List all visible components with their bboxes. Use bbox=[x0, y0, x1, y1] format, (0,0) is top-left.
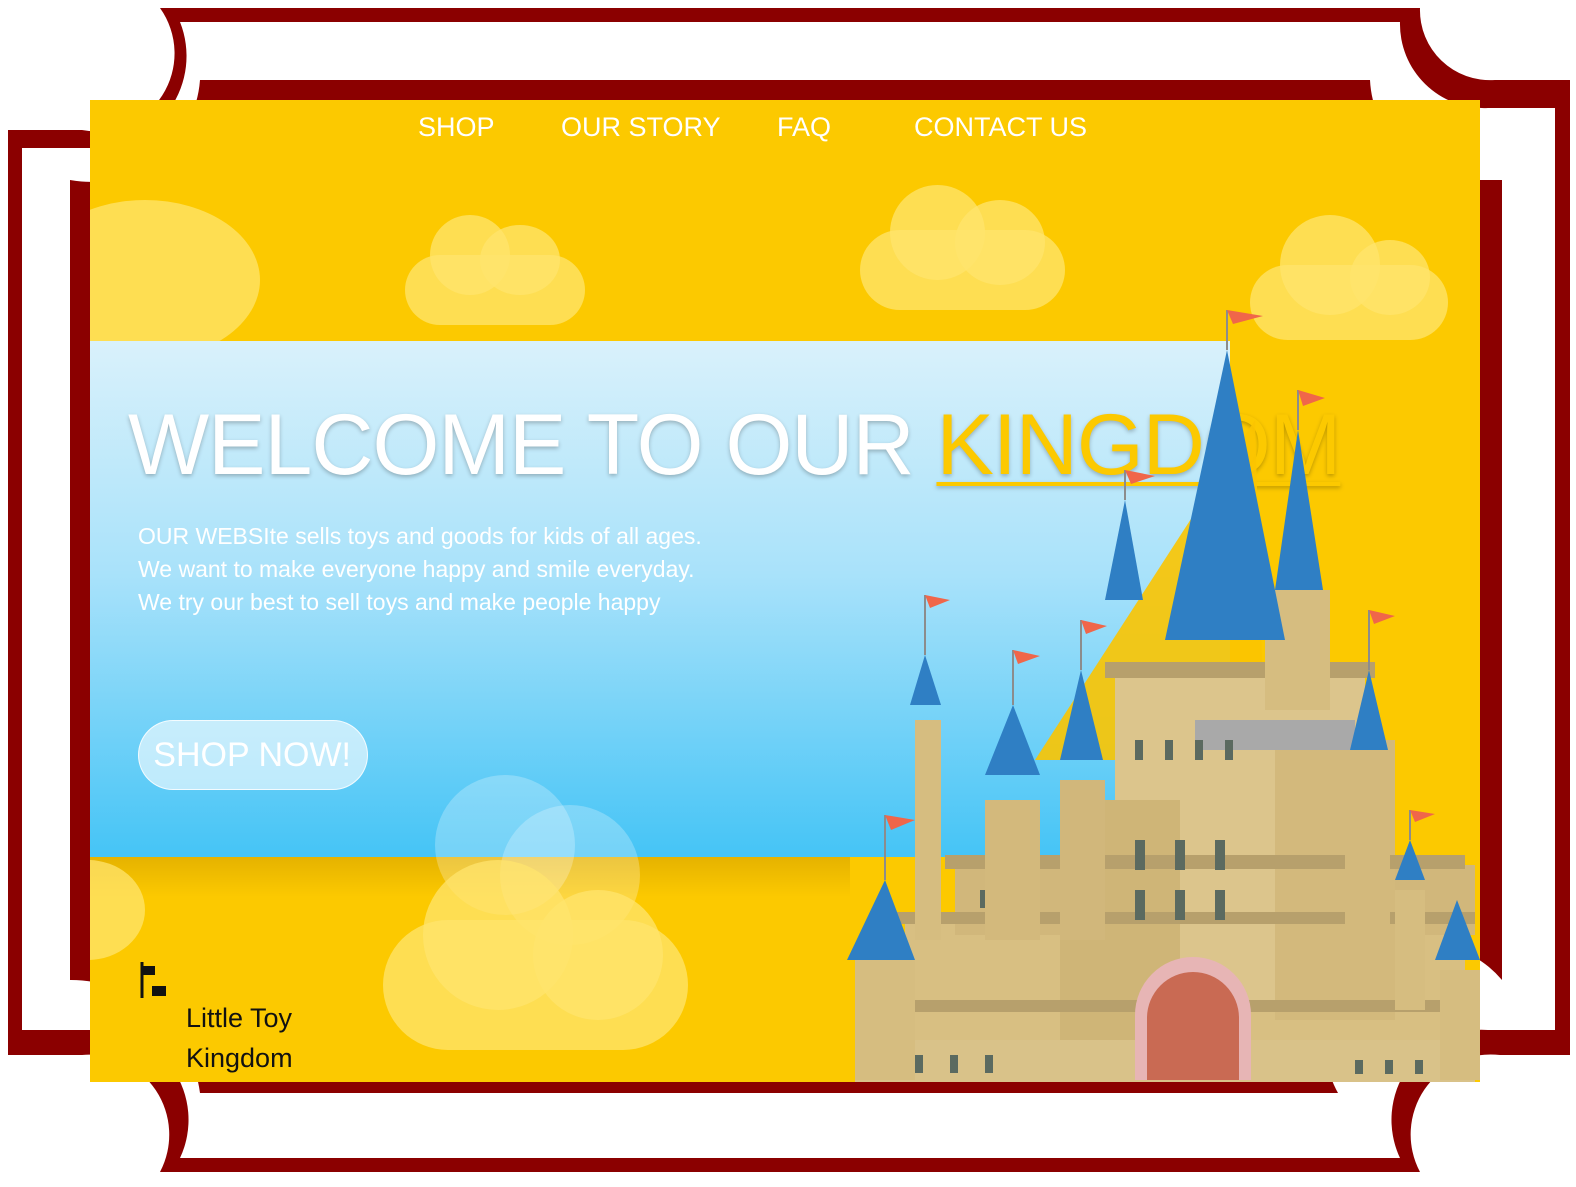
nav-contact-us[interactable]: CONTACT US bbox=[914, 112, 1087, 143]
cloud-decoration bbox=[90, 860, 145, 960]
nav-shop[interactable]: SHOP bbox=[418, 112, 495, 143]
logo-text: Little Toy Kingdom bbox=[186, 998, 293, 1078]
logo-line-1: Little Toy bbox=[186, 1003, 293, 1033]
site-logo[interactable]: Little Toy Kingdom bbox=[140, 960, 350, 1080]
cloud-decoration bbox=[405, 215, 585, 325]
cloud-decoration bbox=[383, 860, 688, 1050]
hero-description: OUR WEBSIte sells toys and goods for kid… bbox=[138, 520, 702, 619]
hero-line: We want to make everyone happy and smile… bbox=[138, 556, 695, 582]
cloud-decoration bbox=[90, 160, 260, 360]
logo-line-2: Kingdom bbox=[186, 1043, 293, 1073]
hero-line: OUR WEBSIte sells toys and goods for kid… bbox=[138, 523, 702, 549]
top-nav: SHOP OUR STORY FAQ CONTACT US bbox=[90, 100, 1480, 160]
hero-line: We try our best to sell toys and make pe… bbox=[138, 589, 661, 615]
castle-icon bbox=[847, 310, 1480, 1082]
shop-now-button[interactable]: SHOP NOW! bbox=[138, 720, 368, 790]
landing-page: SHOP OUR STORY FAQ CONTACT US WELCOME TO… bbox=[90, 100, 1480, 1082]
nav-our-story[interactable]: OUR STORY bbox=[561, 112, 721, 143]
title-main: WELCOME TO OUR bbox=[128, 397, 937, 493]
flag-icon bbox=[140, 962, 166, 998]
nav-faq[interactable]: FAQ bbox=[777, 112, 831, 143]
